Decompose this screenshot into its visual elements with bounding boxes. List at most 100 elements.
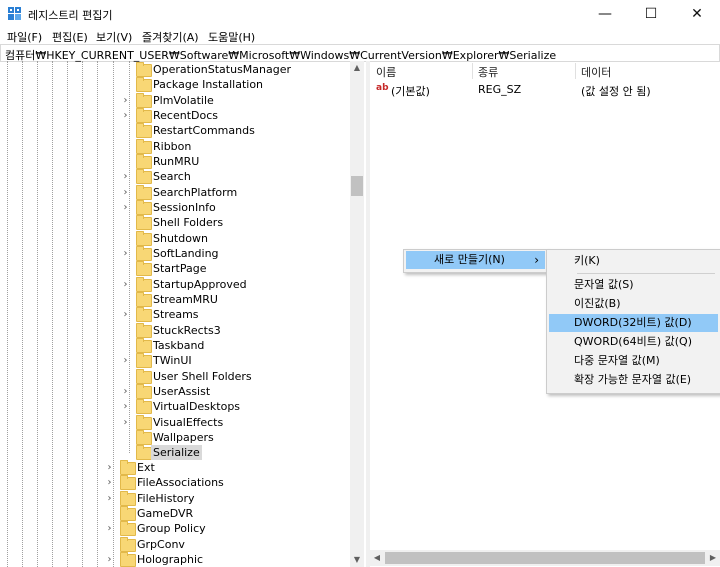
tree-node-label[interactable]: RecentDocs	[151, 108, 220, 123]
chevron-right-icon[interactable]: ›	[105, 552, 114, 567]
tree-node-label[interactable]: GameDVR	[135, 506, 195, 521]
tree-node[interactable]: StuckRects3	[0, 323, 350, 338]
tree-node-label[interactable]: Package Installation	[151, 77, 265, 92]
tree-node-label[interactable]: SessionInfo	[151, 200, 218, 215]
tree-node[interactable]: Shutdown	[0, 231, 350, 246]
tree-node[interactable]: RunMRU	[0, 154, 350, 169]
maximize-button[interactable]: ☐	[628, 0, 674, 28]
tree-node[interactable]: Shell Folders	[0, 215, 350, 230]
submenu-item[interactable]: 문자열 값(S)	[549, 276, 718, 294]
tree-node-label[interactable]: StreamMRU	[151, 292, 220, 307]
tree-vertical-scrollbar[interactable]: ▲ ▼	[350, 61, 364, 567]
submenu-item[interactable]: DWORD(32비트) 값(D)	[549, 314, 718, 332]
chevron-right-icon[interactable]: ›	[105, 475, 114, 490]
scroll-up-arrow-icon[interactable]: ▲	[350, 61, 364, 75]
chevron-right-icon[interactable]: ›	[121, 384, 130, 399]
column-header-name[interactable]: 이름	[376, 64, 396, 80]
tree-node-label[interactable]: UserAssist	[151, 384, 212, 399]
chevron-right-icon[interactable]: ›	[121, 307, 130, 322]
minimize-button[interactable]: —	[582, 0, 628, 28]
tree-node-label[interactable]: StartupApproved	[151, 277, 249, 292]
tree-node[interactable]: › StartupApproved	[0, 277, 350, 292]
tree-node-label[interactable]: StartPage	[151, 261, 209, 276]
chevron-right-icon[interactable]: ›	[121, 169, 130, 184]
submenu-item[interactable]: 이진값(B)	[549, 295, 718, 313]
menu-file[interactable]: 파일(F)	[7, 29, 42, 45]
tree-node[interactable]: Taskband	[0, 338, 350, 353]
submenu-item[interactable]: 키(K)	[549, 252, 718, 270]
tree-node[interactable]: › Search	[0, 169, 350, 184]
value-name[interactable]: (기본값)	[391, 83, 430, 99]
column-header-data[interactable]: 데이터	[581, 64, 611, 80]
scroll-thumb[interactable]	[351, 176, 363, 196]
tree-node[interactable]: Serialize	[0, 445, 350, 460]
tree-node-label[interactable]: Wallpapers	[151, 430, 216, 445]
tree-node[interactable]: › Holographic	[0, 552, 350, 567]
tree-node[interactable]: › SearchPlatform	[0, 185, 350, 200]
submenu-item[interactable]: 확장 가능한 문자열 값(E)	[549, 371, 718, 389]
tree-node[interactable]: OperationStatusManager	[0, 62, 350, 77]
tree-node-label[interactable]: FileHistory	[135, 491, 197, 506]
tree-node[interactable]: StartPage	[0, 261, 350, 276]
submenu-item[interactable]: 다중 문자열 값(M)	[549, 352, 718, 370]
tree-node[interactable]: › UserAssist	[0, 384, 350, 399]
menu-item-new[interactable]: 새로 만들기(N) ›	[406, 251, 545, 269]
address-bar[interactable]: 컴퓨터₩HKEY_CURRENT_USER₩Software₩Microsoft…	[0, 44, 720, 62]
tree-node-label[interactable]: SoftLanding	[151, 246, 221, 261]
tree-node-label[interactable]: Serialize	[151, 445, 202, 460]
scroll-left-arrow-icon[interactable]: ◀	[370, 550, 384, 566]
chevron-right-icon[interactable]: ›	[105, 460, 114, 475]
list-horizontal-scrollbar[interactable]: ◀ ▶	[370, 550, 720, 566]
tree-node-label[interactable]: Group Policy	[135, 521, 208, 536]
tree-node[interactable]: GrpConv	[0, 537, 350, 552]
tree-node-label[interactable]: Search	[151, 169, 193, 184]
tree-node[interactable]: › Streams	[0, 307, 350, 322]
tree-node[interactable]: User Shell Folders	[0, 369, 350, 384]
tree-node-label[interactable]: SearchPlatform	[151, 185, 239, 200]
tree-node[interactable]: StreamMRU	[0, 292, 350, 307]
chevron-right-icon[interactable]: ›	[121, 108, 130, 123]
tree-node[interactable]: Wallpapers	[0, 430, 350, 445]
tree-node-label[interactable]: User Shell Folders	[151, 369, 254, 384]
tree-node[interactable]: › FileAssociations	[0, 475, 350, 490]
tree-node[interactable]: › FileHistory	[0, 491, 350, 506]
tree-node[interactable]: Ribbon	[0, 139, 350, 154]
close-button[interactable]: ✕	[674, 0, 720, 28]
chevron-right-icon[interactable]: ›	[121, 246, 130, 261]
chevron-right-icon[interactable]: ›	[105, 491, 114, 506]
tree-node-label[interactable]: Shell Folders	[151, 215, 225, 230]
tree-node[interactable]: › TWinUI	[0, 353, 350, 368]
tree-node-label[interactable]: VirtualDesktops	[151, 399, 242, 414]
chevron-right-icon[interactable]: ›	[121, 353, 130, 368]
tree-node-label[interactable]: GrpConv	[135, 537, 187, 552]
key-tree[interactable]: OperationStatusManager Package Installati…	[0, 61, 366, 567]
chevron-right-icon[interactable]: ›	[121, 185, 130, 200]
tree-node-label[interactable]: Shutdown	[151, 231, 210, 246]
column-header-type[interactable]: 종류	[478, 64, 498, 80]
tree-node[interactable]: › SoftLanding	[0, 246, 350, 261]
tree-node[interactable]: Package Installation	[0, 77, 350, 92]
chevron-right-icon[interactable]: ›	[121, 415, 130, 430]
tree-node[interactable]: › RecentDocs	[0, 108, 350, 123]
tree-node[interactable]: RestartCommands	[0, 123, 350, 138]
chevron-right-icon[interactable]: ›	[121, 93, 130, 108]
tree-node-label[interactable]: Holographic	[135, 552, 205, 567]
tree-node-label[interactable]: RunMRU	[151, 154, 201, 169]
tree-node[interactable]: › Ext	[0, 460, 350, 475]
tree-node-label[interactable]: Streams	[151, 307, 201, 322]
tree-node-label[interactable]: OperationStatusManager	[151, 62, 293, 77]
menu-edit[interactable]: 편집(E)	[52, 29, 88, 45]
menu-view[interactable]: 보기(V)	[96, 29, 132, 45]
scroll-thumb[interactable]	[385, 552, 705, 564]
column-separator[interactable]	[472, 63, 473, 79]
tree-node-label[interactable]: Ext	[135, 460, 157, 475]
tree-node-label[interactable]: StuckRects3	[151, 323, 223, 338]
chevron-right-icon[interactable]: ›	[105, 521, 114, 536]
tree-node[interactable]: › VisualEffects	[0, 415, 350, 430]
chevron-right-icon[interactable]: ›	[121, 277, 130, 292]
scroll-right-arrow-icon[interactable]: ▶	[706, 550, 720, 566]
chevron-right-icon[interactable]: ›	[121, 399, 130, 414]
menu-help[interactable]: 도움말(H)	[208, 29, 255, 45]
tree-node-label[interactable]: RestartCommands	[151, 123, 257, 138]
tree-node-label[interactable]: Taskband	[151, 338, 206, 353]
